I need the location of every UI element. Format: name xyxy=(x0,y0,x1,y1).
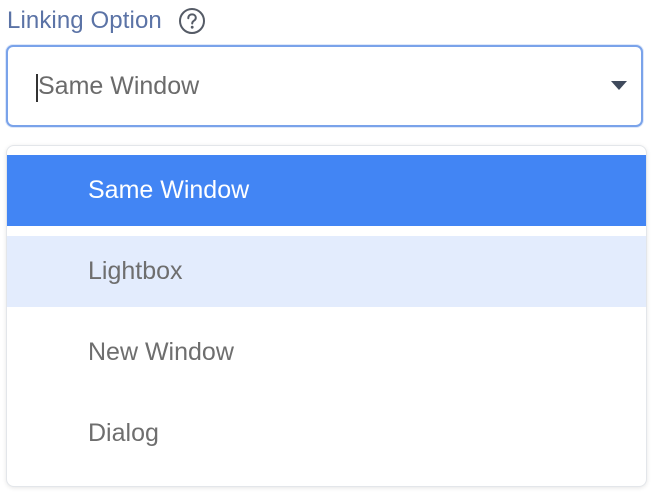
option-same-window[interactable]: Same Window xyxy=(7,155,646,226)
question-circle-icon[interactable] xyxy=(178,7,206,35)
option-dialog[interactable]: Dialog xyxy=(7,398,646,469)
dropdown-options: Same Window Lightbox New Window Dialog xyxy=(7,155,646,479)
dropdown-menu: Same Window Lightbox New Window Dialog xyxy=(6,145,647,487)
field-label-row: Linking Option xyxy=(7,4,206,38)
option-new-window[interactable]: New Window xyxy=(7,317,646,388)
select-value: Same Window xyxy=(38,72,200,100)
option-lightbox[interactable]: Lightbox xyxy=(7,236,646,307)
chevron-down-icon[interactable] xyxy=(611,81,627,90)
linking-option-select[interactable]: Same Window xyxy=(6,45,643,127)
field-label: Linking Option xyxy=(7,7,162,34)
